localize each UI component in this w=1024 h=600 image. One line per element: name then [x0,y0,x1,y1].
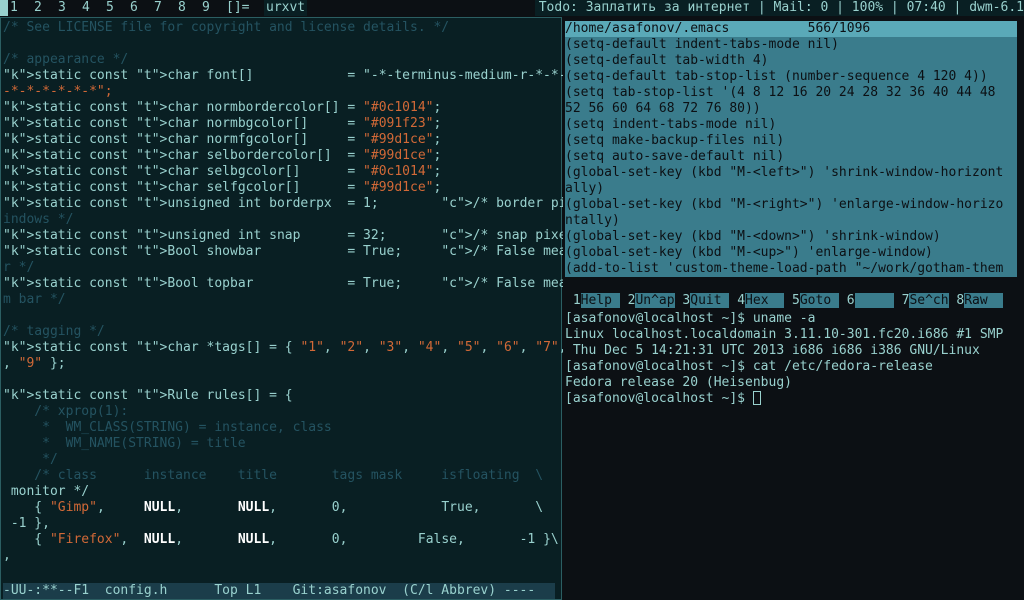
emacs-line: (global-set-key (kbd "M-<left>") 'shrink… [565,165,1004,180]
tag-2[interactable]: 2 [34,0,58,16]
emacs-line: (setq tab-stop-list '(4 8 12 16 20 24 28… [565,85,996,100]
fkey-2[interactable]: 2Un^ap [620,293,675,309]
code-line: "k">static const "t">char selfgcolor[] =… [3,180,442,195]
terminal-output[interactable]: [asafonov@localhost ~]$ uname -a Linux lo… [565,311,1003,407]
tag-4[interactable]: 4 [82,0,106,16]
code-line: { "Firefox", NULL, NULL, 0, False, -1 }\ [3,532,559,547]
dwm-status-bar: 1 2 3 4 5 6 7 8 9 []= urxvt Todo: Заплат… [0,0,1024,16]
editor-window[interactable]: /* See LICENSE file for copyright and li… [0,17,637,600]
tag-5[interactable]: 5 [106,0,130,16]
terminal-line: Thu Dec 5 14:21:31 UTC 2013 i686 i686 i3… [565,343,980,358]
emacs-line: 52 56 60 64 68 72 76 80)) [565,101,761,116]
code-line: "k">static const "t">unsigned int border… [3,196,637,211]
fkey-6[interactable]: 6 [839,293,894,309]
tag-selected-indicator [0,0,8,16]
code-line: -1 }, [3,516,50,531]
code-line: , "9" }; [3,356,66,371]
code-line: indows */ [3,212,74,227]
tag-3[interactable]: 3 [58,0,82,16]
code-line: "k">static const "t">Bool showbar = True… [3,244,637,259]
emacs-line: (setq-default indent-tabs-mode nil) [565,37,839,52]
terminal-line: Linux localhost.localdomain 3.11.10-301.… [565,327,1004,342]
fkey-4[interactable]: 4Hex [729,293,785,309]
terminal-window[interactable]: (setq-default indent-tabs-mode nil) (setq… [563,17,1024,600]
layout-symbol[interactable]: []= [226,0,249,16]
code-line: /* See LICENSE file for copyright and li… [3,20,450,35]
emacs-line: (global-set-key (kbd "M-<right>") 'enlar… [565,197,1004,212]
terminal-line: [asafonov@localhost ~]$ cat /etc/fedora-… [565,359,933,374]
emacs-line: (setq indent-tabs-mode nil) [565,117,777,132]
emacs-buffer[interactable]: (setq-default indent-tabs-mode nil) (setq… [565,21,1017,277]
emacs-line: ntally) [565,213,620,228]
code-line: /* appearance */ [3,52,129,67]
tag-6[interactable]: 6 [130,0,154,16]
tag-8[interactable]: 8 [178,0,202,16]
terminal-line: [asafonov@localhost ~]$ uname -a [565,311,816,326]
code-line: * WM_CLASS(STRING) = instance, class [3,420,332,435]
function-key-bar: 1Help 2Un^ap 3Quit 4Hex 5Goto 6 7Se^ch 8… [565,293,1017,309]
fkey-7[interactable]: 7Se^ch [894,293,949,309]
code-line: "k">static const "t">char normbgcolor[] … [3,116,442,131]
code-line: */ [3,452,58,467]
fkey-8[interactable]: 8Raw [949,293,1004,309]
emacs-line: ally) [565,181,605,196]
emacs-header: /home/asafonov/.emacs 566/1096 51% [565,21,1024,37]
code-line: /* tagging */ [3,324,105,339]
code-line: r */ [3,260,35,275]
code-line: "k">static const "t">unsigned int snap =… [3,228,598,243]
fkey-3[interactable]: 3Quit [675,293,730,309]
terminal-line: Fedora release 20 (Heisenbug) [565,375,792,390]
tag-7[interactable]: 7 [154,0,178,16]
tag-9[interactable]: 9 [202,0,226,16]
code-line: m bar */ [3,292,66,307]
code-line: "k">static const "t">char normfgcolor[] … [3,132,442,147]
emacs-line: (setq-default tab-width 4) [565,53,769,68]
editor-code-area[interactable]: /* See LICENSE file for copyright and li… [3,20,637,564]
text-cursor [752,391,761,405]
emacs-line: (global-set-key (kbd "M-<up>") 'enlarge-… [565,245,933,260]
code-line: { "Gimp", NULL, NULL, 0, True, \ [3,500,544,515]
code-line: monitor */ [3,484,90,499]
emacs-line: (add-to-list 'custom-theme-load-path "~/… [565,261,1004,276]
code-line: , [3,548,11,563]
code-line: "k">static const "t">char *tags[] = { "1… [3,340,606,355]
emacs-line: (setq auto-save-default nil) [565,149,785,164]
emacs-line: (global-set-key (kbd "M-<down>") 'shrink… [565,229,941,244]
code-line: "k">static const "t">char font[] = "-*-t… [3,68,606,83]
terminal-line: [asafonov@localhost ~]$ [565,391,1003,407]
code-line: /* class instance title tags mask isfloa… [3,468,544,483]
code-line: -*-*-*-*-*-*"; [3,84,113,99]
code-line: "k">static const "t">char selbgcolor[] =… [3,164,442,179]
code-line: "k">static const "t">char normbordercolo… [3,100,442,115]
emacs-modeline: -UU-:**--F1 config.h Top L1 Git:asafonov… [3,583,555,599]
code-line: * WM_NAME(STRING) = title [3,436,246,451]
window-title: urxvt [264,0,308,16]
emacs-line: (setq-default tab-stop-list (number-sequ… [565,69,988,84]
fkey-1[interactable]: 1Help [565,293,620,309]
tag-1[interactable]: 1 [10,0,34,16]
code-line: "k">static const "t">Bool topbar = True;… [3,276,637,291]
status-text: Todo: Заплатить за интернет | Mail: 0 | … [534,0,1024,16]
code-line: /* xprop(1): [3,404,129,419]
emacs-line: (setq make-backup-files nil) [565,133,785,148]
code-line: "k">static const "t">Rule rules[] = { [3,388,293,403]
fkey-5[interactable]: 5Goto [784,293,839,309]
code-line: "k">static const "t">char selbordercolor… [3,148,442,163]
